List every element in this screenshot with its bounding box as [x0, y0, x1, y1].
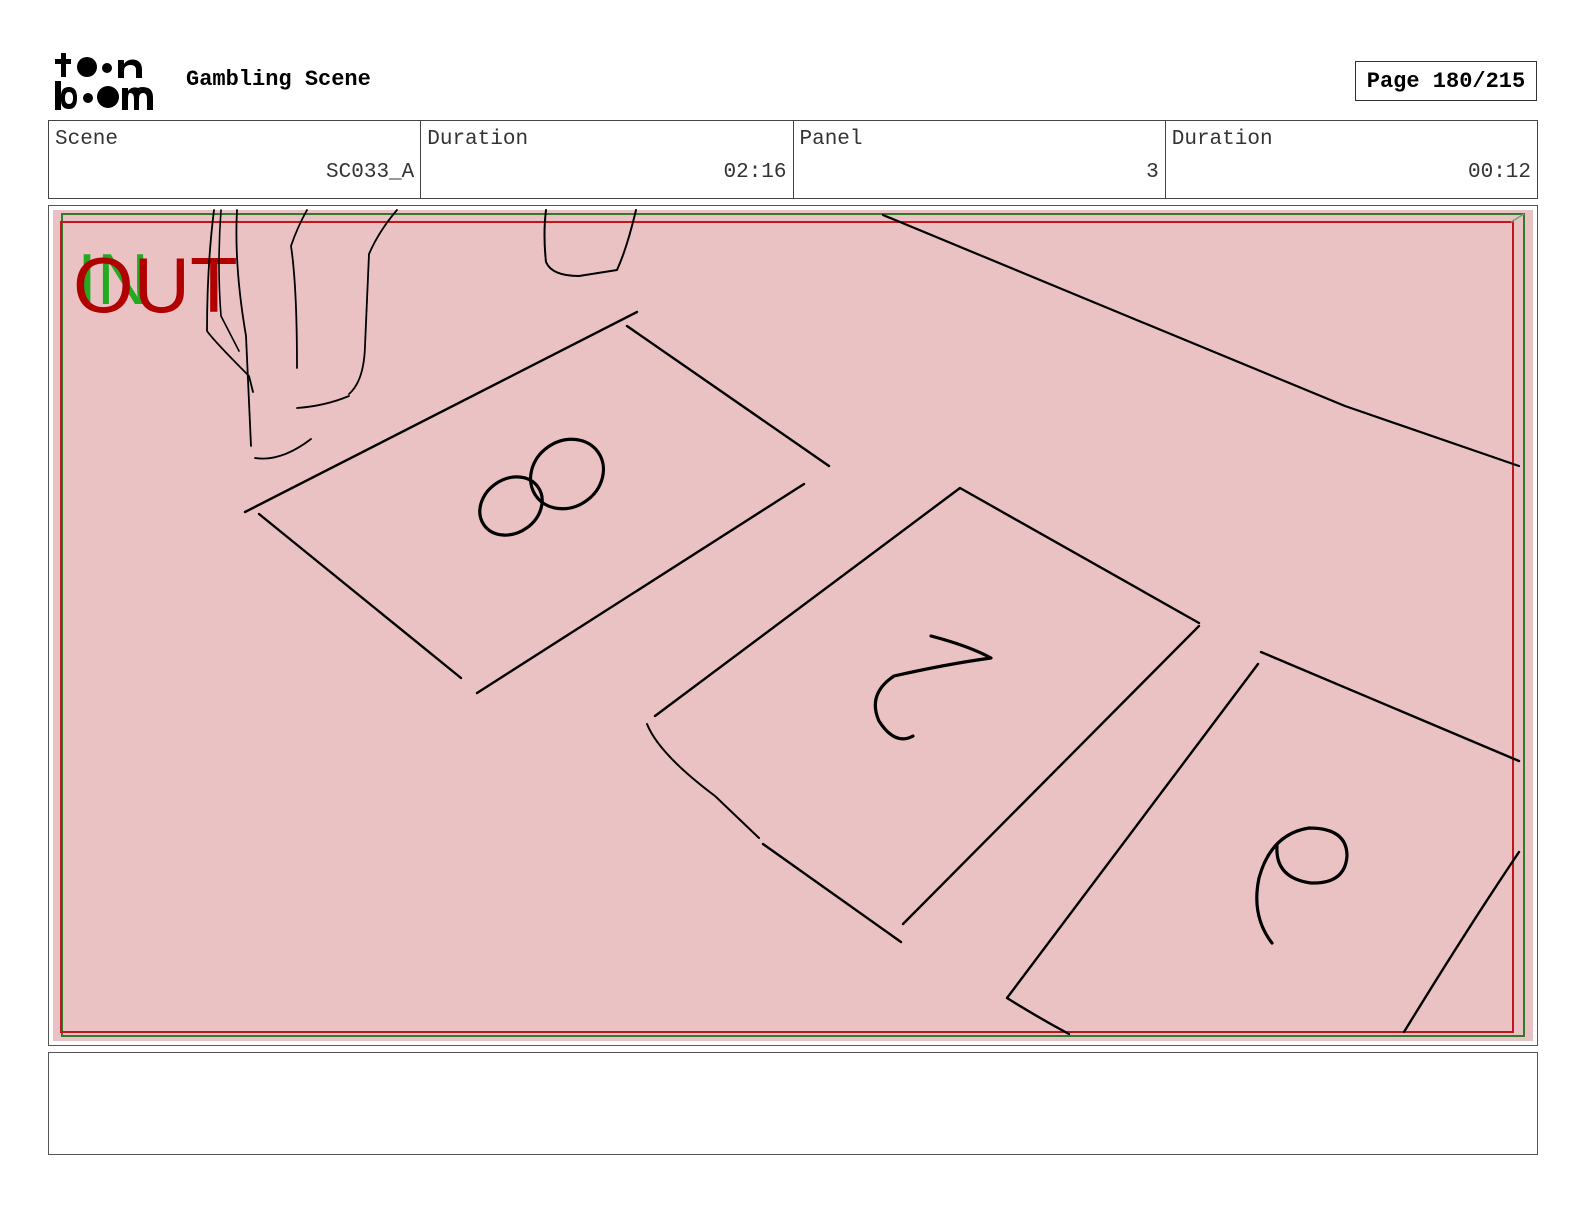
out-marker: OUT — [73, 241, 238, 329]
scene-title: Gambling Scene — [186, 67, 371, 92]
panel-cell: Panel 3 — [794, 121, 1166, 198]
scene-duration-cell: Duration 02:16 — [421, 121, 794, 198]
toon-boom-logo — [55, 53, 153, 110]
scene-cell: Scene SC033_A — [49, 121, 422, 198]
panel-notes — [48, 1052, 1538, 1155]
panel-value: 3 — [1146, 161, 1159, 184]
panel-duration-value: 00:12 — [1467, 161, 1531, 184]
panel-label: Panel — [799, 128, 863, 151]
scene-duration-label: Duration — [427, 128, 529, 151]
scene-info-table: Scene SC033_A Duration 02:16 Panel 3 Dur… — [48, 120, 1538, 199]
panel-duration-label: Duration — [1171, 128, 1273, 151]
scene-value: SC033_A — [326, 161, 415, 184]
scene-label: Scene — [55, 128, 119, 151]
panel-drawing: IN OUT — [53, 209, 1533, 1041]
scene-duration-value: 02:16 — [723, 161, 787, 184]
storyboard-panel: IN OUT — [48, 205, 1538, 1046]
panel-duration-cell: Duration 00:12 — [1166, 121, 1537, 198]
page-indicator: Page 180/215 — [1355, 61, 1537, 101]
panel-tint — [53, 210, 1533, 1041]
